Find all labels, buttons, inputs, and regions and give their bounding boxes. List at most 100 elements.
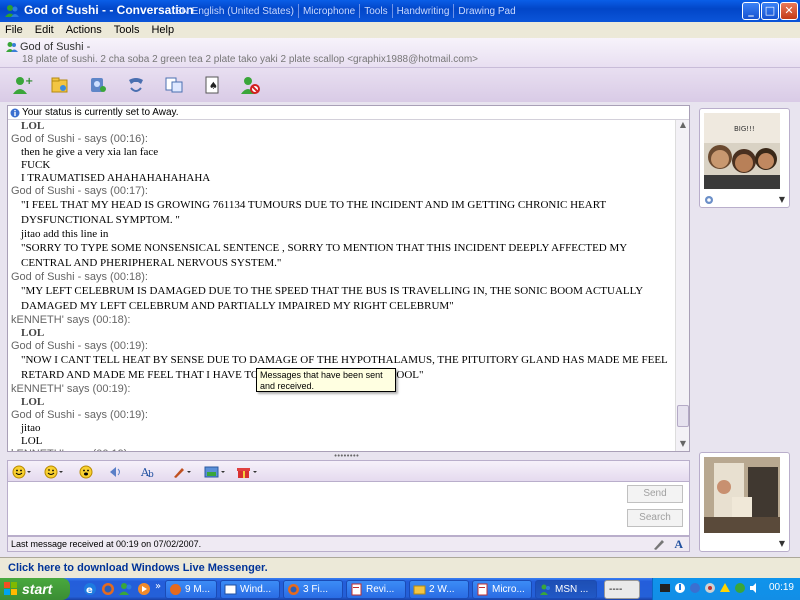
chevron-down-icon[interactable]: ▼: [779, 195, 785, 204]
tools-button[interactable]: Tools: [364, 6, 387, 17]
close-button[interactable]: ✕: [780, 2, 798, 20]
chat-history[interactable]: Your status is currently set to Away. LO…: [7, 105, 690, 452]
contact-photo: BIG!!!: [704, 113, 780, 189]
download-banner[interactable]: Click here to download Windows Live Mess…: [0, 557, 800, 578]
call-icon[interactable]: [122, 71, 150, 99]
microphone-button[interactable]: Microphone: [303, 6, 355, 17]
splitter-handle[interactable]: ••••••••: [333, 453, 359, 460]
message-input[interactable]: [11, 484, 611, 500]
separator: [297, 4, 299, 18]
tray-icon-5[interactable]: [719, 582, 731, 594]
message-text: LOL: [21, 396, 45, 408]
search-button[interactable]: Search: [627, 509, 683, 527]
contact-display-picture[interactable]: BIG!!! ▼: [699, 108, 790, 208]
message-sender-line: God of Sushi - says (00:17):: [11, 185, 148, 197]
menu-help[interactable]: Help: [151, 22, 174, 38]
tray-icon-2[interactable]: [674, 582, 686, 594]
task-button[interactable]: 9 M...: [165, 580, 217, 599]
contact-status-icon: [6, 42, 18, 52]
tray-icon-3[interactable]: [689, 582, 701, 594]
firefox-icon[interactable]: [100, 581, 116, 597]
svg-text:e: e: [86, 585, 93, 596]
send-button[interactable]: Send: [627, 485, 683, 503]
font-icon[interactable]: Ab: [140, 463, 164, 481]
menu-tools[interactable]: Tools: [114, 22, 140, 38]
language-indicator[interactable]: ----: [604, 580, 640, 599]
task-button[interactable]: 2 W...: [409, 580, 469, 599]
maximize-button[interactable]: □: [761, 2, 779, 20]
tray-icon-4[interactable]: [704, 582, 716, 594]
task-button[interactable]: Wind...: [220, 580, 280, 599]
send-files-icon[interactable]: [46, 71, 74, 99]
chat-scrollbar[interactable]: ▲ ▼: [675, 120, 689, 451]
background-icon[interactable]: [204, 463, 228, 481]
language-bar: EN English (United States) Microphone To…: [175, 3, 516, 19]
system-tray: 00:19: [652, 578, 800, 600]
message-text: FUCK: [21, 159, 51, 171]
message-sender-line: God of Sushi - says (00:16):: [11, 133, 148, 145]
scroll-up-icon[interactable]: ▲: [676, 120, 690, 132]
menu-actions[interactable]: Actions: [66, 22, 102, 38]
handwriting-button[interactable]: Handwriting: [397, 6, 450, 17]
messenger-quick-icon[interactable]: [118, 581, 134, 597]
firefox-icon: [288, 584, 299, 595]
message-sender-line: God of Sushi - says (00:19):: [11, 409, 148, 421]
language-selector[interactable]: EN English (United States): [175, 6, 294, 17]
wink-icon[interactable]: [44, 463, 68, 481]
message-sender-line: kENNETH' says (00:19):: [11, 448, 676, 451]
contact-personal-message: 18 plate of sushi. 2 cha soba 2 green te…: [22, 54, 478, 65]
webcam-icon[interactable]: [84, 71, 112, 99]
font-a-icon[interactable]: A: [674, 537, 683, 551]
quick-launch-expand-icon[interactable]: »: [155, 581, 161, 592]
handwriting-icon[interactable]: [172, 463, 196, 481]
webcam-small-icon[interactable]: [704, 195, 714, 205]
message-sender-line: God of Sushi - says (00:18):: [11, 271, 148, 283]
menu-file[interactable]: File: [5, 22, 23, 38]
message-text: then he give a very xia lan face: [21, 146, 159, 158]
drawing-pad-button[interactable]: Drawing Pad: [458, 6, 515, 17]
scroll-down-icon[interactable]: ▼: [676, 439, 690, 451]
start-label: start: [22, 581, 53, 597]
scrollbar-thumb[interactable]: [677, 405, 689, 427]
windows-logo-icon: [4, 582, 17, 595]
tray-icon-6[interactable]: [734, 582, 746, 594]
folder-icon: [413, 585, 426, 595]
photo-caption: BIG!!!: [734, 125, 755, 133]
emoticon-icon[interactable]: [12, 463, 36, 481]
window-icon: [224, 584, 237, 595]
message-input-area[interactable]: [7, 481, 690, 536]
pen-icon[interactable]: [653, 538, 665, 550]
format-toolbar: Ab: [7, 460, 690, 482]
tooltip: Messages that have been sent and receive…: [256, 368, 396, 392]
separator: [359, 4, 361, 18]
nudge-icon[interactable]: [108, 463, 132, 481]
task-button-active[interactable]: MSN ...: [535, 580, 597, 599]
media-icon[interactable]: [136, 581, 152, 597]
games-icon[interactable]: ♠: [198, 71, 226, 99]
invite-icon[interactable]: +: [8, 71, 36, 99]
chevron-down-icon[interactable]: ▼: [779, 539, 785, 548]
my-display-picture[interactable]: ▼: [699, 452, 790, 552]
action-toolbar: + ♠: [0, 68, 800, 102]
start-button[interactable]: start: [0, 578, 70, 600]
status-notice: Your status is currently set to Away.: [8, 106, 689, 120]
volume-icon[interactable]: [749, 582, 761, 594]
document-icon: [477, 583, 488, 596]
voice-clip-icon[interactable]: [76, 463, 100, 481]
last-message-text: Last message received at 00:19 on 07/02/…: [11, 539, 202, 549]
block-icon[interactable]: [236, 71, 264, 99]
clock: 00:19: [768, 582, 794, 593]
ie-icon[interactable]: e: [82, 581, 98, 597]
contact-name[interactable]: God of Sushi -: [20, 41, 90, 53]
task-button[interactable]: Revi...: [346, 580, 406, 599]
gift-icon[interactable]: [236, 463, 260, 481]
minimize-button[interactable]: _: [742, 2, 760, 20]
menu-edit[interactable]: Edit: [35, 22, 54, 38]
message-text: jitao add this line in: [21, 228, 109, 240]
share-icon[interactable]: [160, 71, 188, 99]
window-title: God of Sushi - - Conversation: [24, 3, 194, 17]
task-button[interactable]: Micro...: [472, 580, 532, 599]
contact-header: God of Sushi - 18 plate of sushi. 2 cha …: [0, 38, 800, 68]
task-button[interactable]: 3 Fi...: [283, 580, 343, 599]
tray-icon-1[interactable]: [659, 582, 671, 594]
